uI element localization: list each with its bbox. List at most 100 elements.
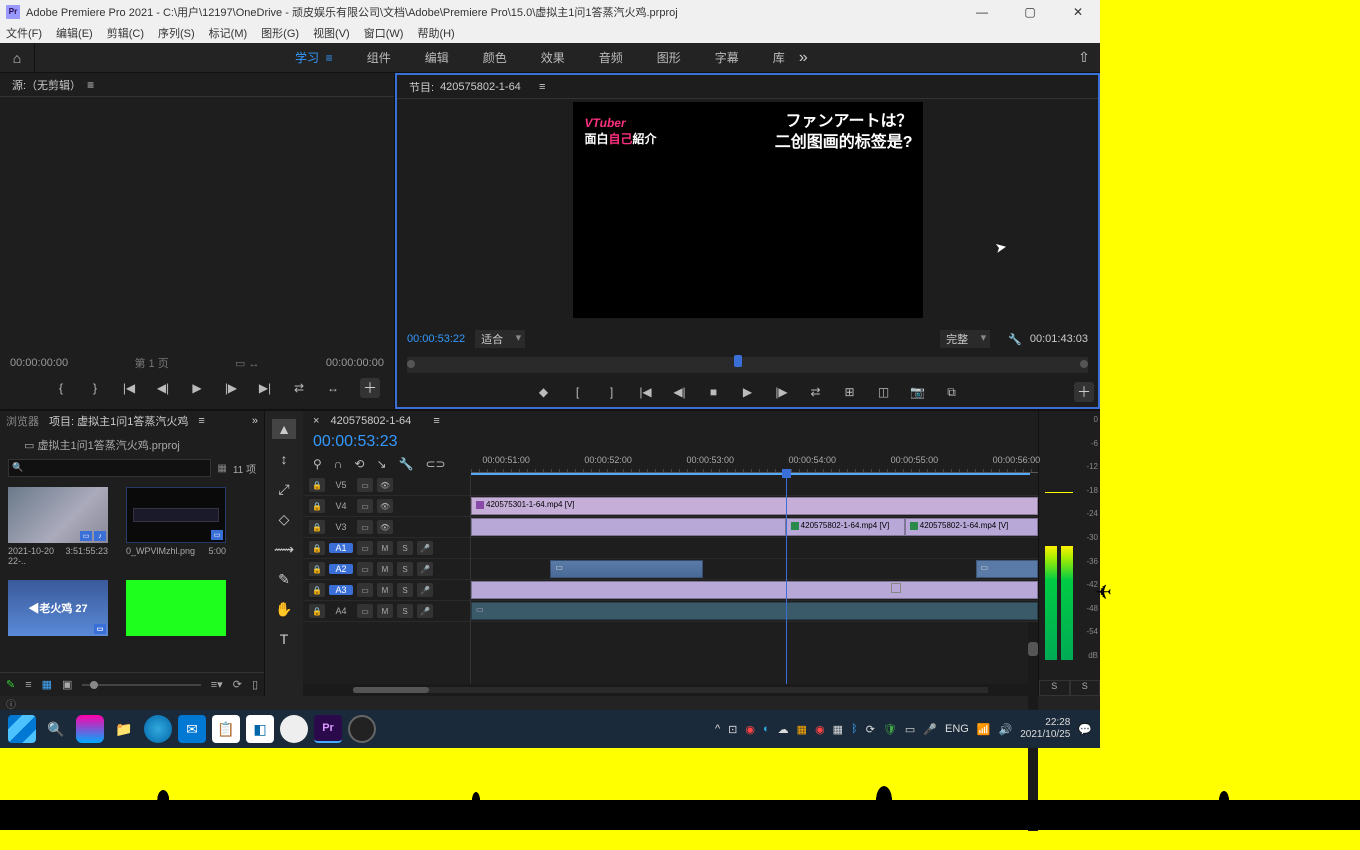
sync-icon[interactable]: ⟳ <box>866 723 875 736</box>
home-button[interactable]: ⌂ <box>0 43 35 72</box>
workspace-graphics[interactable]: 图形 <box>657 49 681 66</box>
program-scrubber[interactable] <box>407 357 1088 373</box>
track-head-a1[interactable]: 🔒A1▭MS🎤 <box>303 538 470 559</box>
timeline-tab[interactable]: × 420575802-1-64 ≡ <box>303 411 1038 431</box>
pen-tool[interactable]: ✎ <box>272 569 296 589</box>
insert-button[interactable]: ⇄ <box>291 381 307 395</box>
taskbar-app[interactable] <box>280 715 308 743</box>
wifi-icon[interactable]: 📶 <box>977 723 991 736</box>
track-head-a2[interactable]: 🔒A2▭MS🎤 <box>303 559 470 580</box>
track-head-v3[interactable]: 🔒V3▭👁 <box>303 517 470 538</box>
cc-icon[interactable]: ⊂⊃ <box>426 457 446 471</box>
go-to-in-button[interactable]: |◀ <box>121 381 137 395</box>
media-browser-tab[interactable]: 浏览器 <box>6 413 39 429</box>
tray-icon[interactable]: ▦ <box>797 723 807 736</box>
video-clip[interactable]: 420575802-1-64.mp4 [V] <box>786 518 905 536</box>
menu-file[interactable]: 文件(F) <box>6 25 42 41</box>
tray-icon[interactable]: ☁ <box>778 723 789 736</box>
solo-r-button[interactable]: S <box>1070 680 1101 696</box>
export-frame-button[interactable]: ◫ <box>876 385 892 399</box>
freeform-view-icon[interactable]: ▣ <box>62 678 72 691</box>
go-to-out-button[interactable]: ▶| <box>257 381 273 395</box>
play-button[interactable]: ▶ <box>189 381 205 395</box>
tray-icon[interactable]: ◉ <box>815 723 825 736</box>
clock[interactable]: 22:28 2021/10/25 <box>1020 717 1070 741</box>
start-button[interactable] <box>8 715 36 743</box>
project-item[interactable]: ▭♪ 2021-10-20 22-..3:51:55:23 <box>8 487 108 566</box>
solo-l-button[interactable]: S <box>1039 680 1070 696</box>
track-a4[interactable]: ▭ <box>471 601 1038 622</box>
video-clip[interactable] <box>471 518 786 536</box>
taskbar[interactable]: 🔍 📁 ✉ 📋 ◧ Pr ^ ⊡ ◉ ◐ ☁ ▦ ◉ ▦ ᛒ ⟳ 🛡 ▭ 🎤 E… <box>0 710 1100 748</box>
wrench-icon[interactable]: 🔧 <box>399 457 414 471</box>
track-v3[interactable]: 420575802-1-64.mp4 [V] 420575802-1-64.mp… <box>471 517 1038 538</box>
project-bin[interactable]: ▭♪ 2021-10-20 22-..3:51:55:23 ▭ 0_WPVlMz… <box>0 479 264 672</box>
program-panel-tab[interactable]: 节目: 420575802-1-64 ≡ <box>397 75 1098 99</box>
hand-tool[interactable]: ✋ <box>272 599 296 619</box>
menu-edit[interactable]: 编辑(E) <box>56 25 93 41</box>
close-button[interactable]: ✕ <box>1064 2 1092 22</box>
selection-tool[interactable]: ▲ <box>272 419 296 439</box>
track-head-v4[interactable]: 🔒V4▭👁 <box>303 496 470 517</box>
source-panel-tab[interactable]: 源:（无剪辑） ≡ <box>0 73 394 97</box>
menu-sequence[interactable]: 序列(S) <box>158 25 195 41</box>
workspace-assembly[interactable]: 组件 <box>367 49 391 66</box>
track-select-tool[interactable]: ↕ <box>272 449 296 469</box>
project-item[interactable] <box>126 580 226 639</box>
type-tool[interactable]: T <box>272 629 296 649</box>
search-button[interactable]: 🔍 <box>42 715 70 743</box>
menu-graphics[interactable]: 图形(G) <box>261 25 299 41</box>
menu-marker[interactable]: 标记(M) <box>209 25 248 41</box>
mark-in-button[interactable]: { <box>53 381 69 395</box>
program-left-timecode[interactable]: 00:00:53:22 <box>407 333 465 345</box>
menu-window[interactable]: 窗口(W) <box>364 25 404 41</box>
taskbar-app[interactable] <box>76 715 104 743</box>
razor-tool[interactable]: ◇ <box>272 509 296 529</box>
program-playhead[interactable] <box>734 355 742 367</box>
language-indicator[interactable]: ENG <box>945 723 969 735</box>
taskbar-app[interactable]: ◧ <box>246 715 274 743</box>
project-tabs-more[interactable]: » <box>252 415 258 427</box>
project-item[interactable]: ◀老火鸡 27▭ <box>8 580 108 639</box>
audio-clip[interactable]: ▭ <box>471 602 1038 620</box>
add-marker-button[interactable]: ◆ <box>536 385 552 399</box>
source-panel-menu[interactable]: ≡ <box>87 78 94 92</box>
project-tab-menu[interactable]: ≡ <box>198 415 204 427</box>
system-tray[interactable]: ^ ⊡ ◉ ◐ ☁ ▦ ◉ ▦ ᛒ ⟳ 🛡 ▭ 🎤 ENG 📶 🔊 22:28 … <box>715 717 1092 741</box>
track-v4[interactable]: 420575301-1-64.mp4 [V] <box>471 496 1038 517</box>
mic-tray-icon[interactable]: 🎤 <box>923 723 937 736</box>
track-a3[interactable] <box>471 580 1038 601</box>
track-head-v5[interactable]: 🔒V5▭👁 <box>303 475 470 496</box>
workspace-libraries[interactable]: 库 <box>773 49 785 66</box>
security-icon[interactable]: 🛡 <box>883 723 897 736</box>
program-button-editor[interactable]: ＋ <box>1074 382 1094 402</box>
menu-view[interactable]: 视图(V) <box>313 25 350 41</box>
snap-icon[interactable]: ⚲ <box>313 457 322 471</box>
timeline-panel-menu[interactable]: ≡ <box>433 415 439 427</box>
program-settings-icon[interactable]: 🔧 <box>1008 333 1022 346</box>
minimize-button[interactable]: — <box>968 2 996 22</box>
project-view-icon[interactable]: ▦ <box>217 463 226 474</box>
track-a2[interactable]: ▭ ▭ <box>471 559 1038 580</box>
tray-icon[interactable]: ◐ <box>763 723 770 735</box>
workspace-captions[interactable]: 字幕 <box>715 49 739 66</box>
volume-icon[interactable]: 🔊 <box>999 723 1013 736</box>
source-left-timecode[interactable]: 00:00:00:00 <box>10 357 68 369</box>
track-a1[interactable] <box>471 538 1038 559</box>
notifications-icon[interactable]: 💬 <box>1078 723 1092 736</box>
keyframe-marker[interactable] <box>891 583 901 593</box>
audio-clip[interactable] <box>471 581 1038 599</box>
program-panel-menu[interactable]: ≡ <box>539 81 545 93</box>
snapshot-button[interactable]: 📷 <box>910 385 926 399</box>
list-view-icon[interactable]: ≡ <box>25 679 31 691</box>
marker-icon[interactable]: ⟲ <box>354 457 364 471</box>
go-in-button[interactable]: |◀ <box>638 385 654 399</box>
workspace-audio[interactable]: 音频 <box>599 49 623 66</box>
icon-view-icon[interactable]: ▦ <box>42 678 52 691</box>
mail-icon[interactable]: ✉ <box>178 715 206 743</box>
timeline-tracks[interactable]: 420575301-1-64.mp4 [V] 420575802-1-64.mp… <box>471 475 1038 684</box>
timeline-ruler[interactable]: 00:00:51:00 00:00:52:00 00:00:53:00 00:0… <box>471 453 1038 475</box>
workspace-editing[interactable]: 编辑 <box>425 49 449 66</box>
settings-icon[interactable]: ↘ <box>376 457 386 471</box>
play-button[interactable]: ▶ <box>740 385 756 399</box>
